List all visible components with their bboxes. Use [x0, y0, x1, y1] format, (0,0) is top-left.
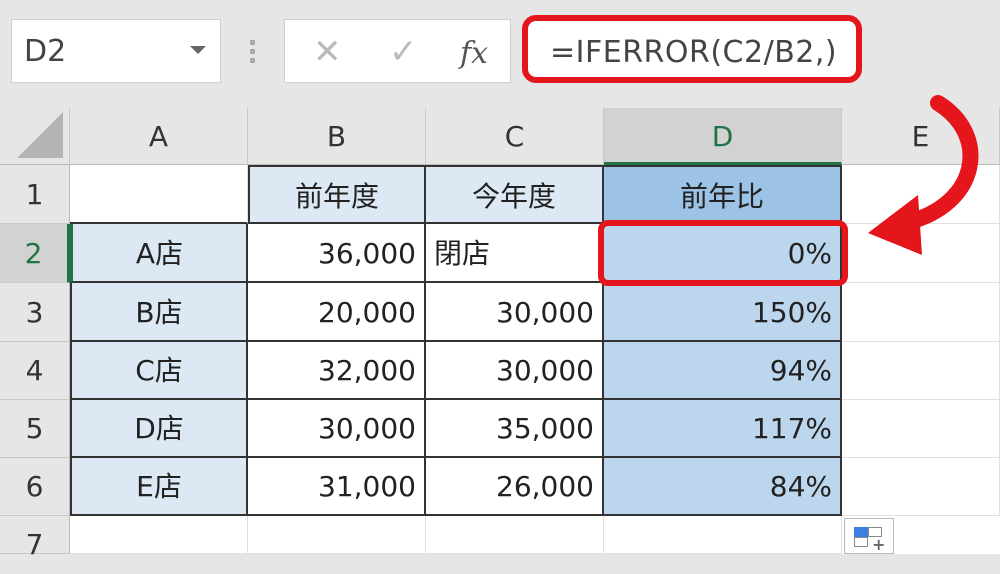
formula-text: =IFERROR(C2/B2,) [550, 35, 838, 70]
spreadsheet-grid: A B C D E 1 2 3 4 5 6 7 前年度 今年度 前年比 A店 3… [0, 108, 1000, 561]
name-box[interactable]: D2 [11, 19, 221, 83]
selected-cell-highlight [598, 220, 848, 286]
cell-a4[interactable]: C店 [70, 342, 248, 400]
row-header-4[interactable]: 4 [0, 342, 70, 400]
row-header-3[interactable]: 3 [0, 283, 70, 342]
column-header-b[interactable]: B [248, 108, 426, 165]
cell-d4[interactable]: 94% [604, 342, 842, 400]
name-box-value: D2 [24, 34, 67, 69]
formula-input[interactable]: =IFERROR(C2/B2,) [522, 15, 862, 83]
cell-a7[interactable] [70, 516, 248, 554]
cell-a3[interactable]: B店 [70, 283, 248, 342]
cell-e4[interactable] [842, 342, 1000, 400]
row-header-5[interactable]: 5 [0, 400, 70, 458]
cell-d5[interactable]: 117% [604, 400, 842, 458]
row-header-2[interactable]: 2 [0, 224, 70, 283]
cell-c1[interactable]: 今年度 [426, 165, 604, 224]
drag-handle-icon[interactable] [250, 40, 256, 64]
quick-analysis-button[interactable]: + [844, 518, 894, 554]
select-all-button[interactable] [0, 108, 70, 165]
cell-e3[interactable] [842, 283, 1000, 342]
cell-d3[interactable]: 150% [604, 283, 842, 342]
chevron-down-icon[interactable] [190, 46, 206, 54]
cancel-icon[interactable]: ✕ [313, 32, 342, 72]
row-header-6[interactable]: 6 [0, 458, 70, 516]
column-header-c[interactable]: C [426, 108, 604, 165]
cell-a6[interactable]: E店 [70, 458, 248, 516]
row-header-7[interactable]: 7 [0, 516, 70, 561]
row-header-1[interactable]: 1 [0, 165, 70, 224]
cell-c7[interactable] [426, 516, 604, 554]
cell-d6[interactable]: 84% [604, 458, 842, 516]
column-header-a[interactable]: A [70, 108, 248, 165]
cell-c6[interactable]: 26,000 [426, 458, 604, 516]
curved-arrow-icon [868, 95, 979, 255]
cell-c2[interactable]: 閉店 [426, 224, 604, 283]
insert-function-icon[interactable]: fx [460, 36, 488, 71]
cell-d7[interactable] [604, 516, 842, 554]
cell-b1[interactable]: 前年度 [248, 165, 426, 224]
column-header-d[interactable]: D [604, 108, 842, 165]
cell-e5[interactable] [842, 400, 1000, 458]
cell-d1[interactable]: 前年比 [604, 165, 842, 224]
cell-c4[interactable]: 30,000 [426, 342, 604, 400]
cell-a5[interactable]: D店 [70, 400, 248, 458]
cell-a1[interactable] [70, 165, 248, 224]
cell-a2[interactable]: A店 [70, 224, 248, 283]
cell-b4[interactable]: 32,000 [248, 342, 426, 400]
cell-e6[interactable] [842, 458, 1000, 516]
cell-b2[interactable]: 36,000 [248, 224, 426, 283]
formula-controls: ✕ ✓ fx [284, 19, 511, 83]
cell-b3[interactable]: 20,000 [248, 283, 426, 342]
cell-b5[interactable]: 30,000 [248, 400, 426, 458]
cell-b7[interactable] [248, 516, 426, 554]
enter-icon[interactable]: ✓ [389, 32, 418, 72]
cell-c3[interactable]: 30,000 [426, 283, 604, 342]
cell-c5[interactable]: 35,000 [426, 400, 604, 458]
formula-bar: =IFERROR(C2/B2,) [516, 15, 1000, 87]
cell-b6[interactable]: 31,000 [248, 458, 426, 516]
